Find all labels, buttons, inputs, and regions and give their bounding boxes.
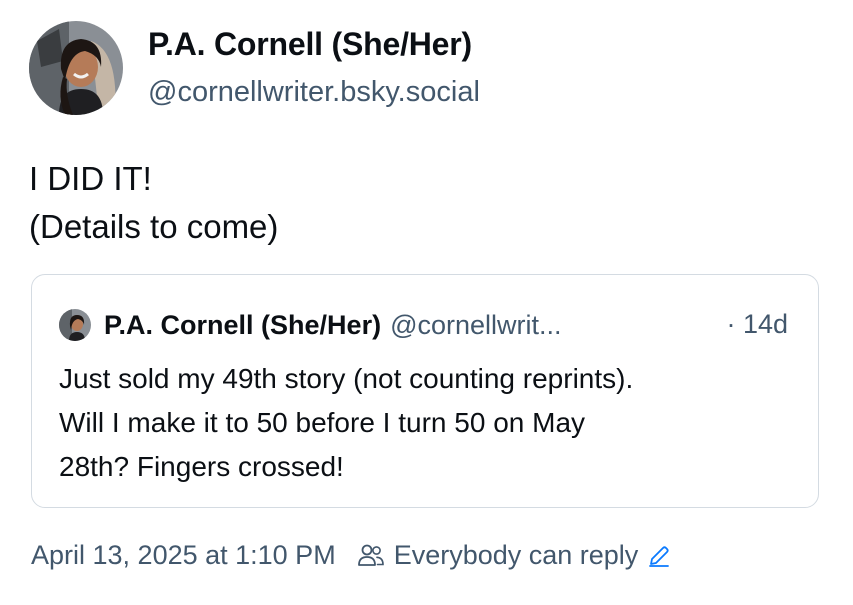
- reply-setting-label: Everybody can reply: [393, 540, 639, 570]
- quoted-author-avatar[interactable]: [59, 309, 91, 341]
- post-footer: April 13, 2025 at 1:10 PM Everybody can …: [31, 540, 672, 571]
- reply-setting-button[interactable]: Everybody can reply: [336, 540, 673, 571]
- quoted-post-time[interactable]: · 14d: [726, 309, 788, 340]
- quoted-post-text-line: Just sold my 49th story (not counting re…: [59, 363, 634, 394]
- author-handle[interactable]: @cornellwriter.bsky.social: [148, 76, 480, 109]
- quoted-post[interactable]: P.A. Cornell (She/Her) @cornellwrit... ·…: [31, 274, 819, 508]
- post: P.A. Cornell (She/Her) @cornellwriter.bs…: [0, 0, 853, 605]
- pencil-icon[interactable]: [646, 543, 672, 569]
- quoted-post-text-line: 28th? Fingers crossed!: [59, 451, 344, 482]
- quoted-post-text-line: Will I make it to 50 before I turn 50 on…: [59, 407, 586, 438]
- avatar-photo: [59, 309, 91, 341]
- quoted-author-handle[interactable]: @cornellwrit...: [390, 310, 561, 341]
- quoted-post-text: Just sold my 49th story (not counting re…: [59, 357, 633, 489]
- people-icon: [357, 544, 384, 566]
- author-avatar[interactable]: [29, 21, 123, 115]
- post-timestamp: April 13, 2025 at 1:10 PM: [31, 540, 336, 570]
- quoted-author-name[interactable]: P.A. Cornell (She/Her): [104, 310, 381, 341]
- post-text: I DID IT! (Details to come): [29, 155, 278, 251]
- avatar-photo: [29, 21, 123, 115]
- author-display-name[interactable]: P.A. Cornell (She/Her): [148, 26, 472, 63]
- quoted-post-header: P.A. Cornell (She/Her) @cornellwrit...: [59, 309, 562, 341]
- post-text-line: I DID IT!: [29, 160, 152, 197]
- post-text-line: (Details to come): [29, 208, 279, 245]
